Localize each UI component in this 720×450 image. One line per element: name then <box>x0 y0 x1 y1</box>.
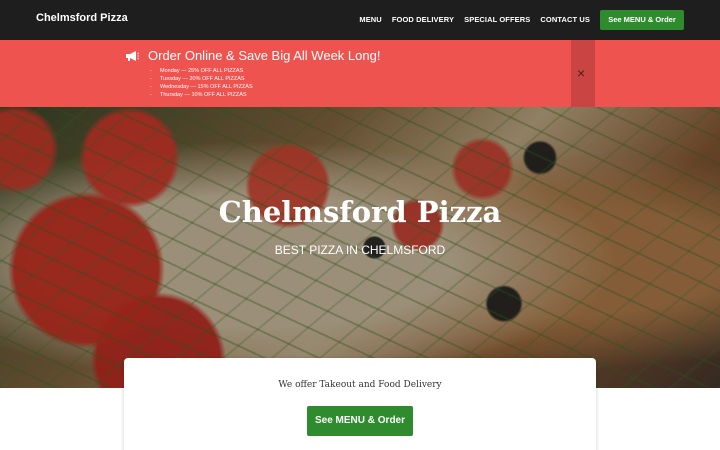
main-nav: MENU FOOD DELIVERY SPECIAL OFFERS CONTAC… <box>359 15 590 24</box>
hero-title: Chelmsford Pizza <box>218 195 502 229</box>
nav-link-contact-us[interactable]: CONTACT US <box>540 15 590 24</box>
close-icon[interactable]: × <box>577 66 585 80</box>
nav-order-button[interactable]: See MENU & Order <box>600 10 684 30</box>
megaphone-icon <box>126 51 139 61</box>
promo-deals-list: Monday — 25% OFF ALL PIZZAS Tuesday — 20… <box>150 67 253 99</box>
order-card: We offer Takeout and Food Delivery See M… <box>124 358 596 450</box>
card-text: We offer Takeout and Food Delivery <box>278 380 442 390</box>
hero-subtitle: BEST PIZZA IN CHELMSFORD <box>274 243 446 257</box>
nav-link-special-offers[interactable]: SPECIAL OFFERS <box>464 15 530 24</box>
promo-deal-wednesday: Wednesday — 15% OFF ALL PIZZAS <box>150 83 253 91</box>
nav-link-menu[interactable]: MENU <box>359 15 381 24</box>
promo-deal-thursday: Thursday — 10% OFF ALL PIZZAS <box>150 91 253 99</box>
top-navbar: Chelmsford Pizza MENU FOOD DELIVERY SPEC… <box>0 0 720 40</box>
nav-link-food-delivery[interactable]: FOOD DELIVERY <box>392 15 454 24</box>
brand-logo[interactable]: Chelmsford Pizza <box>36 12 128 24</box>
promo-deal-monday: Monday — 25% OFF ALL PIZZAS <box>150 67 253 75</box>
promo-title: Order Online & Save Big All Week Long! <box>148 48 381 63</box>
promo-deal-tuesday: Tuesday — 20% OFF ALL PIZZAS <box>150 75 253 83</box>
card-order-button[interactable]: See MENU & Order <box>307 406 413 436</box>
